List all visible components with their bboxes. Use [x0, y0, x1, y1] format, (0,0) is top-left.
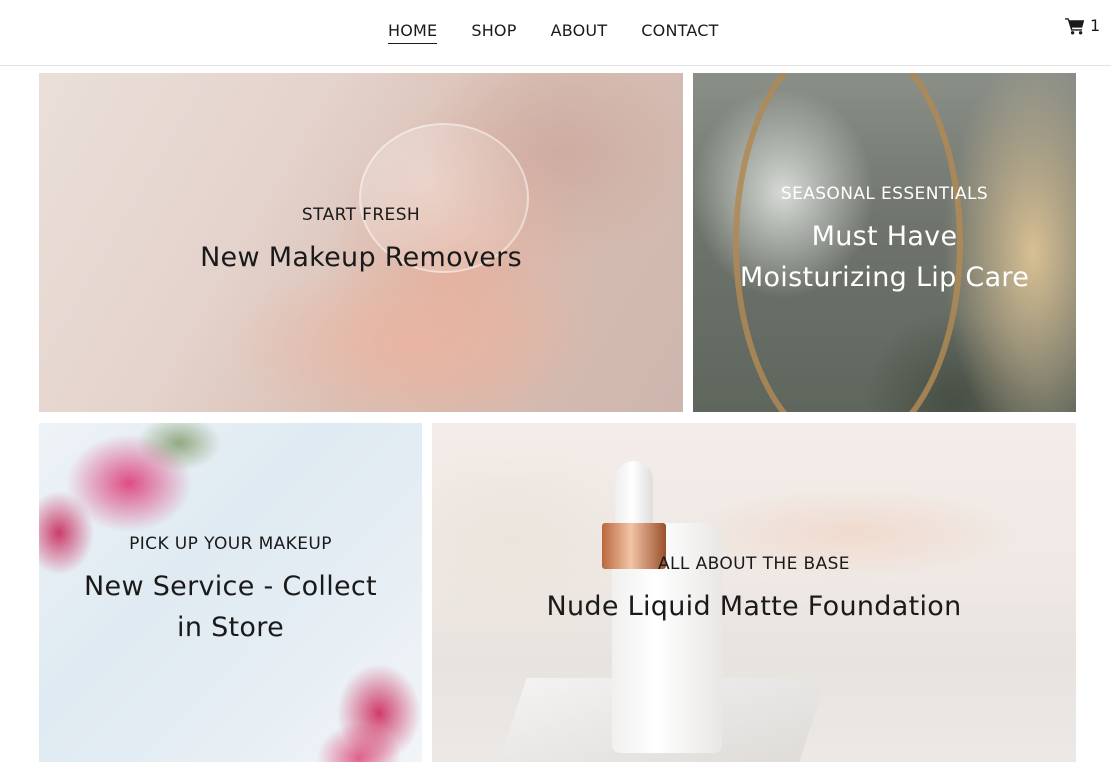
nav-about-link[interactable]: ABOUT — [551, 21, 608, 44]
tile-caption: PICK UP YOUR MAKEUP New Service - Collec… — [39, 534, 422, 648]
tile-headline-line-2: in Store — [177, 612, 284, 643]
promo-tile-lip-care[interactable]: SEASONAL ESSENTIALS Must Have Moisturizi… — [693, 73, 1076, 412]
tile-eyebrow: START FRESH — [301, 205, 421, 225]
promo-tile-foundation[interactable]: ALL ABOUT THE BASE Nude Liquid Matte Fou… — [432, 423, 1076, 762]
tile-headline: New Makeup Removers — [200, 242, 522, 273]
tile-headline-line-2: Moisturizing Lip Care — [739, 262, 1030, 293]
cart-button[interactable]: 1 — [1065, 16, 1100, 35]
tile-eyebrow: PICK UP YOUR MAKEUP — [129, 534, 332, 554]
tile-headline-line-1: Must Have — [811, 221, 958, 252]
nav-contact-link[interactable]: CONTACT — [641, 21, 718, 44]
nav-home-link[interactable]: HOME — [388, 21, 438, 44]
tile-headline: Nude Liquid Matte Foundation — [546, 591, 962, 622]
tile-caption: START FRESH New Makeup Removers — [39, 205, 683, 278]
nav-shop-link[interactable]: SHOP — [471, 21, 516, 44]
tile-caption: ALL ABOUT THE BASE Nude Liquid Matte Fou… — [432, 554, 1076, 627]
dropper-cap-decoration — [615, 461, 653, 525]
promo-tile-collect-in-store[interactable]: PICK UP YOUR MAKEUP New Service - Collec… — [39, 423, 422, 762]
tile-headline-line-1: New Service - Collect — [84, 571, 377, 602]
tile-eyebrow: ALL ABOUT THE BASE — [658, 554, 850, 574]
site-header: HOME SHOP ABOUT CONTACT 1 — [0, 0, 1111, 66]
shopping-cart-icon — [1065, 17, 1085, 34]
tile-caption: SEASONAL ESSENTIALS Must Have Moisturizi… — [693, 184, 1076, 298]
tile-eyebrow: SEASONAL ESSENTIALS — [780, 184, 989, 204]
cart-count-badge: 1 — [1090, 16, 1101, 35]
main-nav: HOME SHOP ABOUT CONTACT — [388, 21, 753, 44]
promo-tile-makeup-removers[interactable]: START FRESH New Makeup Removers — [39, 73, 683, 412]
